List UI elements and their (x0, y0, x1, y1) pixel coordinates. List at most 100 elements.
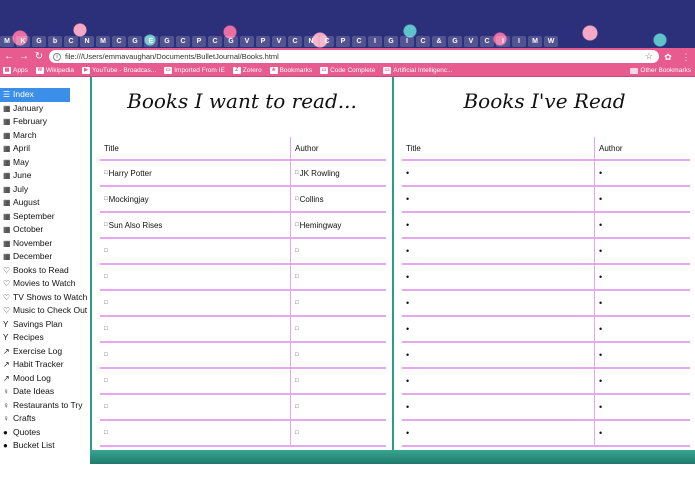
checkbox-icon[interactable]: □ (104, 274, 108, 280)
tab-favicon[interactable]: & (432, 35, 446, 47)
checkbox-icon[interactable]: □ (295, 248, 299, 254)
sidebar-item-restaurants-to-try[interactable]: ♀ Restaurants to Try (0, 399, 90, 413)
sidebar-item-march[interactable]: ▦ March (0, 129, 90, 143)
tab-favicon[interactable]: V (272, 35, 286, 47)
sidebar-item-bucket-list[interactable]: ● Bucket List (0, 439, 90, 453)
tab-favicon[interactable]: C (64, 35, 78, 47)
checkbox-icon[interactable]: □ (295, 222, 299, 228)
author-cell[interactable]: • (594, 239, 690, 263)
sidebar-item-october[interactable]: ▦ October (0, 223, 90, 237)
tab-favicon[interactable]: P (256, 35, 270, 47)
bookmark-item[interactable]: W Wikipedia (35, 67, 74, 74)
title-cell[interactable]: □ Sun Also Rises (100, 213, 290, 237)
checkbox-icon[interactable]: □ (104, 352, 108, 358)
author-cell[interactable]: □ (290, 369, 386, 393)
sidebar-item-index[interactable]: ☰ Index (0, 88, 70, 102)
author-cell[interactable]: • (594, 395, 690, 419)
checkbox-icon[interactable]: □ (295, 170, 299, 176)
title-cell[interactable]: • (402, 213, 594, 237)
checkbox-icon[interactable]: □ (104, 404, 108, 410)
bookmark-item[interactable]: ▶ YouTube - Broadcas... (82, 67, 156, 74)
author-cell[interactable]: □ Hemingway (290, 213, 386, 237)
checkbox-icon[interactable]: □ (295, 430, 299, 436)
title-cell[interactable]: • (402, 421, 594, 445)
url-text[interactable]: file:///Users/emmavaughan/Documents/Bull… (65, 52, 279, 61)
author-cell[interactable]: • (594, 265, 690, 289)
sidebar-item-habit-tracker[interactable]: ↗ Habit Tracker (0, 358, 90, 372)
tab-favicon[interactable]: G (128, 35, 142, 47)
tab-favicon[interactable]: I (368, 35, 382, 47)
title-cell[interactable]: • (402, 187, 594, 211)
bookmark-label[interactable]: Code Complete (330, 67, 375, 74)
checkbox-icon[interactable]: □ (295, 326, 299, 332)
sidebar-item-savings-plan[interactable]: Y Savings Plan (0, 318, 90, 332)
other-bookmarks[interactable]: Other Bookmarks (630, 67, 691, 74)
author-cell[interactable]: □ (290, 395, 386, 419)
title-cell[interactable]: □ (100, 317, 290, 341)
bookmark-item[interactable]: ▭ Code Complete (320, 67, 375, 74)
tab-favicon[interactable]: b (48, 35, 62, 47)
info-icon[interactable]: i (53, 52, 61, 61)
checkbox-icon[interactable]: □ (104, 248, 108, 254)
checkbox-icon[interactable]: □ (104, 430, 108, 436)
tab-favicon[interactable]: I (512, 35, 526, 47)
checkbox-icon[interactable]: □ (104, 222, 108, 228)
checkbox-icon[interactable]: □ (295, 300, 299, 306)
reload-icon[interactable]: ↻ (33, 51, 45, 63)
bookmark-item[interactable]: ▭ Imported From IE (164, 67, 225, 74)
sidebar-item-music-to-check-out[interactable]: ♡ Music to Check Out (0, 304, 90, 318)
title-cell[interactable]: □ (100, 291, 290, 315)
tab-favicon[interactable]: V (240, 35, 254, 47)
checkbox-icon[interactable]: □ (104, 300, 108, 306)
tab-favicon[interactable]: C (112, 35, 126, 47)
tab-favicon[interactable]: V (464, 35, 478, 47)
bookmark-item[interactable]: ▭ Artificial Intelligenc... (383, 67, 453, 74)
title-cell[interactable]: □ (100, 265, 290, 289)
tab-favicon[interactable]: C (480, 35, 494, 47)
tab-favicon[interactable]: M (528, 35, 542, 47)
author-cell[interactable]: • (594, 291, 690, 315)
address-bar[interactable]: i file:///Users/emmavaughan/Documents/Bu… (49, 50, 659, 63)
sidebar-item-exercise-log[interactable]: ↗ Exercise Log (0, 345, 90, 359)
sidebar-item-mood-log[interactable]: ↗ Mood Log (0, 372, 90, 386)
title-cell[interactable]: □ Mockingjay (100, 187, 290, 211)
title-cell[interactable]: □ (100, 421, 290, 445)
author-cell[interactable]: • (594, 343, 690, 367)
tab-favicon[interactable]: I (496, 35, 510, 47)
sidebar-item-quotes[interactable]: ● Quotes (0, 426, 90, 440)
checkbox-icon[interactable]: □ (295, 274, 299, 280)
sidebar-item-june[interactable]: ▦ June (0, 169, 90, 183)
title-cell[interactable]: □ (100, 369, 290, 393)
bookmark-label[interactable]: Imported From IE (174, 67, 225, 74)
sidebar-item-april[interactable]: ▦ April (0, 142, 90, 156)
sidebar-item-february[interactable]: ▦ February (0, 115, 90, 129)
checkbox-icon[interactable]: □ (104, 326, 108, 332)
author-cell[interactable]: □ (290, 291, 386, 315)
tab-favicon[interactable]: C (288, 35, 302, 47)
author-cell[interactable]: □ (290, 421, 386, 445)
title-cell[interactable]: • (402, 343, 594, 367)
tab-favicon[interactable]: N (80, 35, 94, 47)
author-cell[interactable]: • (594, 187, 690, 211)
back-icon[interactable]: ← (3, 51, 15, 63)
sidebar-item-recipes[interactable]: Y Recipes (0, 331, 90, 345)
title-cell[interactable]: □ (100, 395, 290, 419)
tab-favicon[interactable]: G (160, 35, 174, 47)
sidebar-item-july[interactable]: ▦ July (0, 183, 90, 197)
author-cell[interactable]: □ (290, 343, 386, 367)
sidebar-item-january[interactable]: ▦ January (0, 102, 90, 116)
sidebar-item-december[interactable]: ▦ December (0, 250, 90, 264)
tab-favicon[interactable]: G (32, 35, 46, 47)
title-cell[interactable]: • (402, 291, 594, 315)
title-cell[interactable]: □ (100, 239, 290, 263)
tab-favicon[interactable]: C (416, 35, 430, 47)
tab-favicon[interactable]: M (0, 35, 14, 47)
bookmark-label[interactable]: YouTube - Broadcas... (92, 67, 156, 74)
tab-favicon[interactable]: P (336, 35, 350, 47)
author-cell[interactable]: □ Collins (290, 187, 386, 211)
author-cell[interactable]: □ (290, 265, 386, 289)
tab-favicon[interactable]: I (400, 35, 414, 47)
sidebar-item-tv-shows-to-watch[interactable]: ♡ TV Shows to Watch (0, 291, 90, 305)
tab-favicon[interactable]: K (16, 35, 30, 47)
menu-icon[interactable]: ⋮ (680, 51, 692, 63)
